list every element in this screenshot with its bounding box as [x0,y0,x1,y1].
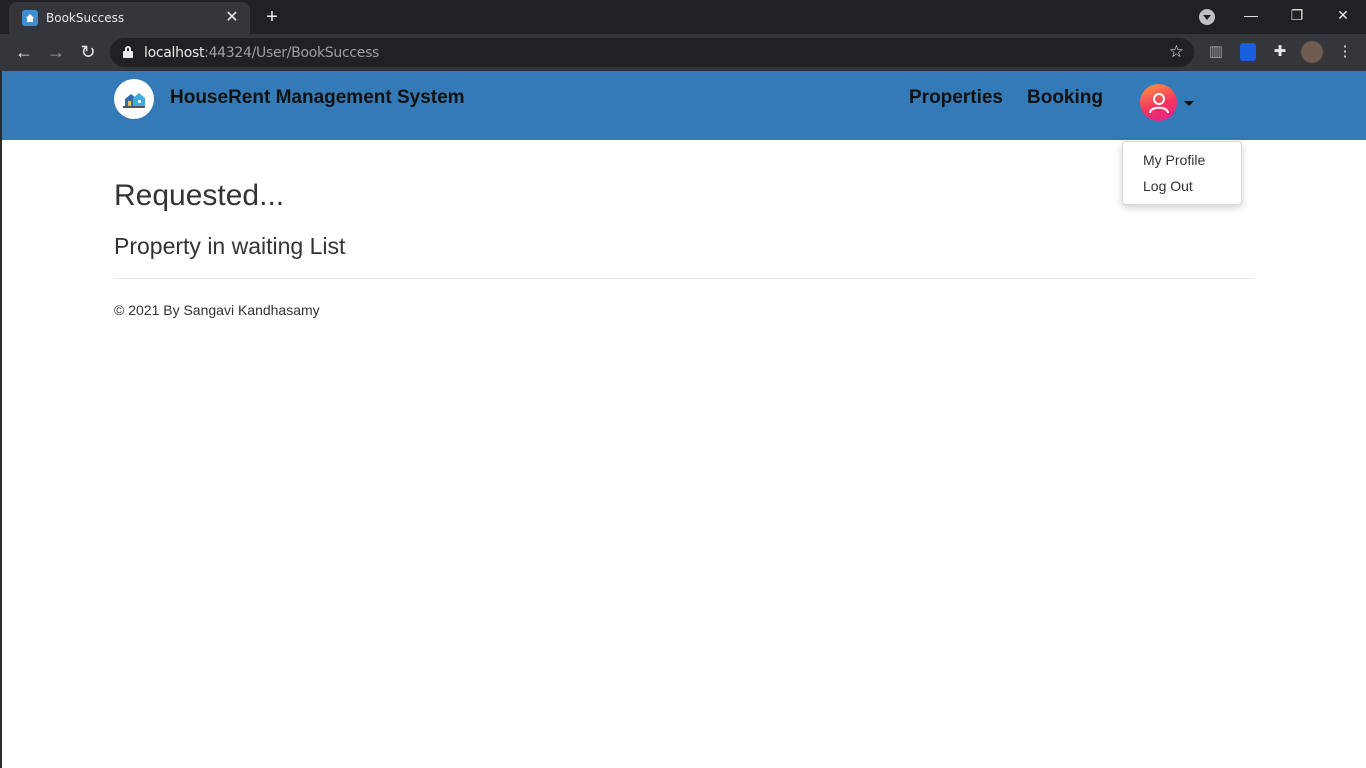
nav-link-properties[interactable]: Properties [909,87,1003,109]
tab-title: BookSuccess [46,11,125,25]
house-logo-icon[interactable] [114,79,154,119]
close-icon[interactable]: ✕ [224,10,240,26]
bitwarden-shield-icon[interactable] [1240,43,1256,61]
menu-item-log-out[interactable]: Log Out [1143,178,1193,194]
divider [114,278,1254,279]
window-close-button[interactable]: ✕ [1331,4,1355,26]
page: HouseRent Management System Properties B… [0,71,1366,768]
browser-toolbar: ← → ↻ localhost:44324/User/BookSuccess ☆… [0,34,1366,71]
footer-text: © 2021 By Sangavi Kandhasamy [114,302,320,318]
reload-icon[interactable]: ↻ [76,40,100,64]
page-subheading: Property in waiting List [114,233,346,259]
bookmark-star-icon[interactable]: ☆ [1169,42,1184,62]
new-tab-button[interactable]: + [262,7,282,27]
more-menu-icon[interactable]: ⋮ [1335,42,1355,62]
browser-tab-bar: BookSuccess ✕ + — ❐ ✕ [0,0,1366,34]
tab-search-icon[interactable] [1199,9,1215,25]
nav-link-booking[interactable]: Booking [1027,87,1103,109]
page-heading: Requested... [114,179,285,212]
minimize-button[interactable]: — [1239,4,1263,26]
user-avatar-icon[interactable] [1140,84,1177,121]
back-arrow-icon[interactable]: ← [12,40,36,64]
browser-tab[interactable]: BookSuccess ✕ [9,2,250,34]
extensions-puzzle-icon[interactable]: ✚ [1270,42,1290,62]
house-favicon-icon [22,10,38,26]
user-dropdown-menu: My Profile Log Out [1122,141,1242,205]
brand-title[interactable]: HouseRent Management System [170,87,465,109]
restore-button[interactable]: ❐ [1285,4,1309,26]
extension-chart-icon[interactable]: ▥ [1206,42,1226,62]
forward-arrow-icon[interactable]: → [44,40,68,64]
site-navbar: HouseRent Management System Properties B… [2,71,1366,140]
window-edge [0,71,2,768]
lock-icon [123,46,133,58]
address-bar[interactable]: localhost:44324/User/BookSuccess ☆ [110,38,1194,67]
url-text: localhost:44324/User/BookSuccess [144,45,380,61]
profile-avatar-icon[interactable] [1301,41,1323,63]
chevron-down-icon[interactable] [1184,101,1194,106]
menu-item-my-profile[interactable]: My Profile [1143,152,1205,168]
